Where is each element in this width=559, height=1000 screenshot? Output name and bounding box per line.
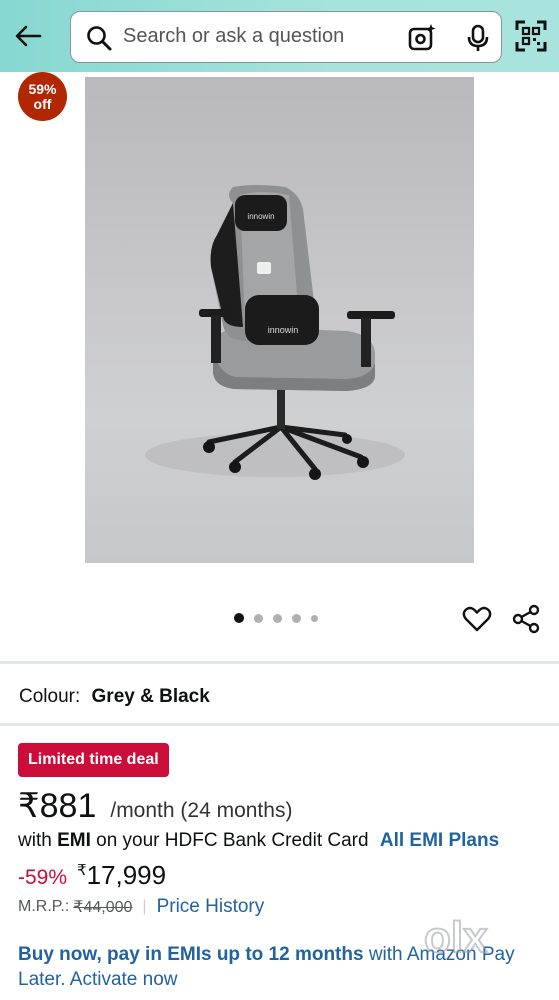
image-carousel-dots[interactable] xyxy=(234,613,318,623)
mrp-label: M.R.P.: xyxy=(18,898,70,915)
search-box[interactable]: Search or ask a question xyxy=(70,11,502,63)
carousel-dot[interactable] xyxy=(254,613,263,623)
price-history-link[interactable]: Price History xyxy=(157,896,265,918)
emi-price-row: ₹881 /month (24 months) xyxy=(18,786,292,826)
header-bar: Search or ask a question xyxy=(0,0,559,72)
pillow-brand-logo: innowin xyxy=(268,325,299,335)
watermark-text: olx xyxy=(424,913,488,962)
back-arrow-icon[interactable] xyxy=(10,18,46,54)
search-icon xyxy=(87,26,112,51)
product-image[interactable]: innowin innowin xyxy=(85,77,474,563)
deal-price-row: -59% ₹17,999 xyxy=(18,860,166,891)
carousel-dot[interactable] xyxy=(273,613,282,623)
colour-value: Grey & Black xyxy=(91,686,210,707)
carousel-dot[interactable] xyxy=(292,613,301,623)
deal-price-value: 17,999 xyxy=(86,860,167,890)
mrp-row: M.R.P.: ₹44,000 | Price History xyxy=(18,896,264,918)
heart-icon[interactable] xyxy=(462,604,492,634)
all-emi-plans-link[interactable]: All EMI Plans xyxy=(380,830,499,851)
divider xyxy=(0,661,559,664)
search-input[interactable]: Search or ask a question xyxy=(123,25,344,48)
discount-percent: -59% xyxy=(18,866,68,889)
carousel-dot[interactable] xyxy=(234,613,244,623)
chair-brand-logo: innowin xyxy=(247,212,274,221)
pay-later-bold[interactable]: Buy now, pay in EMIs up to 12 months xyxy=(18,944,364,965)
separator: | xyxy=(142,898,147,915)
limited-time-deal-badge: Limited time deal xyxy=(18,743,169,777)
deal-price: ₹17,999 xyxy=(77,860,166,891)
currency-symbol: ₹ xyxy=(77,862,87,879)
olx-watermark: olx xyxy=(420,912,530,967)
colour-label: Colour: xyxy=(19,686,81,707)
camera-lens-icon[interactable] xyxy=(407,23,437,53)
badge-percent: 59% xyxy=(28,80,57,97)
emi-card-text: on your HDFC Bank Credit Card xyxy=(96,830,369,851)
microphone-icon[interactable] xyxy=(463,23,493,53)
share-icon[interactable] xyxy=(511,604,541,634)
divider xyxy=(0,723,559,726)
barcode-scan-icon[interactable] xyxy=(515,20,547,52)
emi-with: with xyxy=(18,830,52,851)
emi-card-row: with EMI on your HDFC Bank Credit Card A… xyxy=(18,830,499,852)
mrp-value: ₹44,000 xyxy=(73,899,133,916)
emi-word: EMI xyxy=(57,830,91,851)
emi-price: ₹881 xyxy=(18,787,97,825)
discount-badge: 59% off xyxy=(18,72,67,121)
emi-period: /month (24 months) xyxy=(110,799,293,822)
colour-row[interactable]: Colour: Grey & Black xyxy=(19,686,210,708)
carousel-dot[interactable] xyxy=(311,614,318,622)
badge-off: off xyxy=(33,95,52,112)
